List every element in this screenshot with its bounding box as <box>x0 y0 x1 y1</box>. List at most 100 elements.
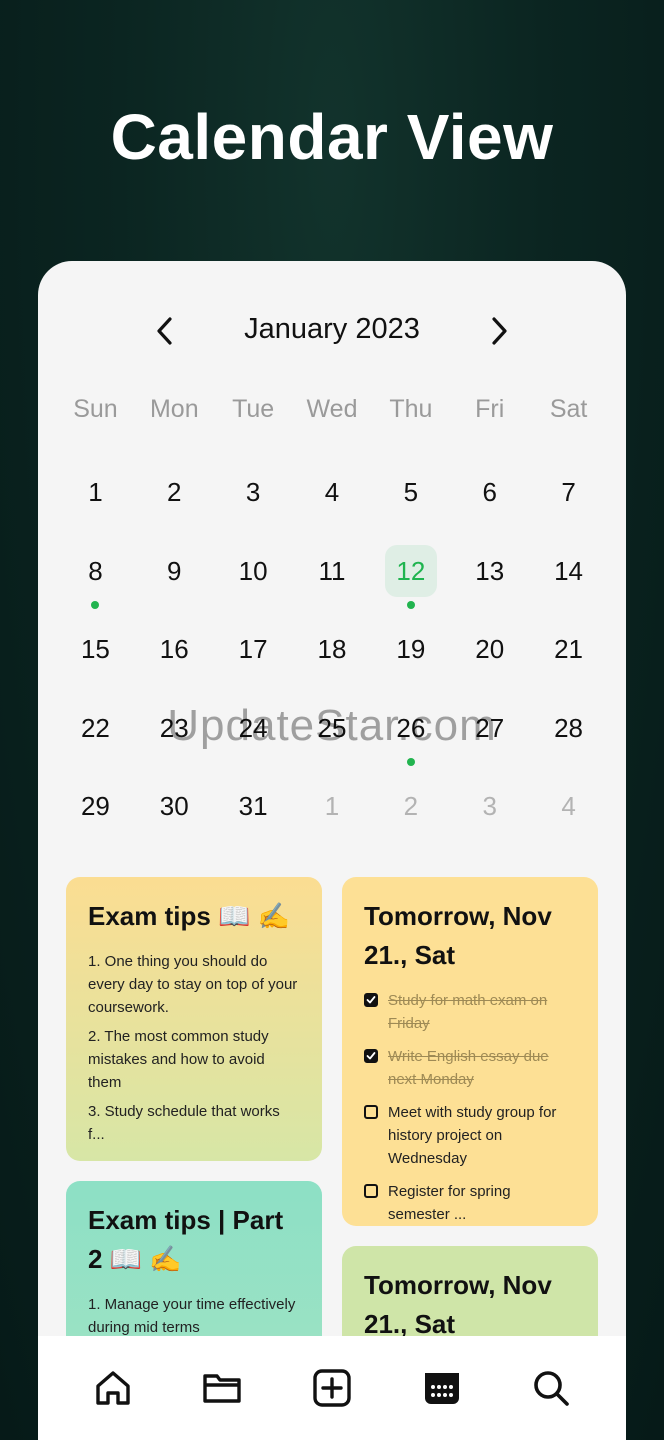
day-cell[interactable]: 23 <box>135 702 214 781</box>
day-number: 1 <box>88 477 103 507</box>
day-cell[interactable]: 1 <box>56 466 135 545</box>
day-cell[interactable]: 31 <box>214 780 293 859</box>
day-cell[interactable]: 16 <box>135 623 214 702</box>
folder-icon <box>203 1374 242 1403</box>
day-cell[interactable]: 9 <box>135 545 214 624</box>
note-item: 2. The most common study mistakes and ho… <box>88 1028 269 1091</box>
weekday-label: Sat <box>549 395 588 423</box>
day-cell[interactable]: 30 <box>135 780 214 859</box>
hero-title: Calendar View <box>110 101 554 173</box>
weekday-label: Tue <box>232 395 275 423</box>
day-cell[interactable]: 8 <box>56 545 135 624</box>
day-number: 3 <box>245 477 261 507</box>
todo-card-title: Tomorrow, Nov 21., Sat <box>364 901 552 970</box>
day-number: 20 <box>475 634 505 664</box>
day-number: 25 <box>317 712 347 743</box>
day-cell[interactable]: 18 <box>293 623 372 702</box>
day-cell[interactable]: 13 <box>450 545 529 624</box>
day-number: 6 <box>482 477 497 507</box>
day-cell[interactable]: 22 <box>56 702 135 781</box>
note-item: 1. Manage your time effectively during m… <box>88 1296 296 1336</box>
day-number: 19 <box>396 634 426 664</box>
weekday-label: Mon <box>149 395 199 423</box>
add-square-icon <box>313 1369 351 1407</box>
nav-search-button[interactable] <box>526 1363 576 1413</box>
todo-text: Register for spring semester ... <box>388 1183 511 1223</box>
checkbox-checked-icon[interactable] <box>364 1049 378 1063</box>
note-item: 1. One thing you should do every day to … <box>88 953 298 1016</box>
weekday-label: Fri <box>475 395 505 423</box>
day-cell[interactable]: 11 <box>293 545 372 624</box>
day-cell[interactable]: 19 <box>371 623 450 702</box>
day-number: 3 <box>482 791 497 821</box>
todo-text: Write English essay due next Monday <box>388 1048 549 1088</box>
day-number: 1 <box>324 791 340 821</box>
day-cell[interactable]: 26 <box>371 702 450 781</box>
day-cell[interactable]: 24 <box>214 702 293 781</box>
day-number: 29 <box>80 791 110 821</box>
day-number: 7 <box>561 477 576 507</box>
day-cell[interactable]: 7 <box>529 466 608 545</box>
weekday-header: Sun Mon Tue Wed Thu Fri Sat <box>56 395 608 431</box>
day-number: 15 <box>80 634 110 664</box>
day-number: 16 <box>159 634 189 664</box>
day-cell[interactable]: 17 <box>214 623 293 702</box>
note-card-exam-tips[interactable]: Exam tips 📖 ✍️ 1. One thing you should d… <box>66 877 322 1161</box>
day-cell[interactable]: 20 <box>450 623 529 702</box>
todo-item[interactable]: Write English essay due next Monday <box>364 1045 576 1091</box>
day-cell[interactable]: 21 <box>529 623 608 702</box>
day-number: 13 <box>475 555 505 586</box>
todo-item[interactable]: Meet with study group for history projec… <box>364 1101 576 1170</box>
checkbox-empty-icon[interactable] <box>364 1184 378 1198</box>
todo-item[interactable]: Study for math exam on Friday <box>364 989 576 1035</box>
day-number: 26 <box>396 712 426 743</box>
todo-item[interactable]: Register for spring semester ... <box>364 1180 576 1226</box>
note-title: Exam tips | Part 2 📖 ✍️ <box>88 1205 284 1274</box>
day-number: 14 <box>554 555 584 586</box>
day-number: 24 <box>238 712 268 743</box>
day-cell[interactable]: 3 <box>450 780 529 859</box>
nav-calendar-button[interactable] <box>417 1363 467 1413</box>
day-cell[interactable]: 4 <box>293 466 372 545</box>
day-cell[interactable]: 3 <box>214 466 293 545</box>
note-title: Exam tips 📖 ✍️ <box>88 901 291 931</box>
day-number: 23 <box>159 712 189 743</box>
event-dot <box>406 600 415 609</box>
day-cell[interactable]: 6 <box>450 466 529 545</box>
checkbox-checked-icon[interactable] <box>364 993 378 1007</box>
calendar-icon <box>424 1373 459 1404</box>
next-month-button[interactable] <box>483 315 515 347</box>
todo-card-tomorrow[interactable]: Tomorrow, Nov 21., Sat Study for math ex… <box>342 877 598 1226</box>
day-cell[interactable]: 2 <box>135 466 214 545</box>
day-number: 2 <box>403 791 419 821</box>
day-cell[interactable]: 4 <box>529 780 608 859</box>
day-cell[interactable]: 28 <box>529 702 608 781</box>
day-cell[interactable]: 25 <box>293 702 372 781</box>
phone-screen: January 2023 Sun Mon Tue Wed Thu Fri Sat… <box>38 261 626 1440</box>
day-cell[interactable]: 10 <box>214 545 293 624</box>
day-cell[interactable]: 29 <box>56 780 135 859</box>
todo-text: Meet with study group for history projec… <box>388 1104 557 1167</box>
day-number: 31 <box>238 791 268 821</box>
weekday-label: Thu <box>389 395 433 423</box>
nav-add-button[interactable] <box>307 1363 357 1413</box>
day-cell-today[interactable]: 12 <box>371 544 450 624</box>
weekday-label: Sun <box>73 395 118 423</box>
checkbox-empty-icon[interactable] <box>364 1105 378 1119</box>
day-number: 28 <box>554 712 584 743</box>
event-dot <box>406 757 415 766</box>
day-cell[interactable]: 15 <box>56 623 135 702</box>
day-number: 8 <box>88 555 103 586</box>
day-number: 30 <box>159 791 189 821</box>
day-cell[interactable]: 5 <box>371 466 450 545</box>
day-cell[interactable]: 2 <box>371 780 450 859</box>
todo-list: Study for math exam on Friday Write Engli… <box>364 989 576 1226</box>
day-number: 11 <box>318 555 346 586</box>
day-cell[interactable]: 27 <box>450 702 529 781</box>
day-cell[interactable]: 14 <box>529 545 608 624</box>
search-icon <box>534 1371 569 1406</box>
day-cell[interactable]: 1 <box>293 780 372 859</box>
nav-folder-button[interactable] <box>197 1363 247 1413</box>
day-number: 27 <box>475 712 505 743</box>
nav-home-button[interactable] <box>88 1363 138 1413</box>
